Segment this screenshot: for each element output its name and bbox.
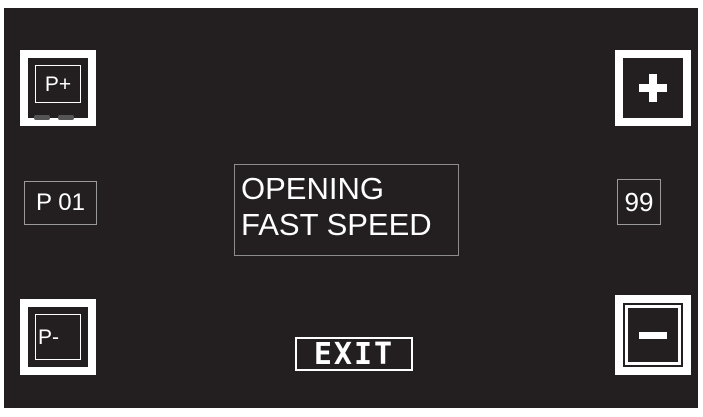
program-down-label: P-	[35, 314, 81, 360]
status-message-line1: OPENING	[241, 171, 384, 206]
program-value: P 01	[24, 181, 97, 225]
increase-button[interactable]	[615, 50, 691, 126]
parameter-value: 99	[617, 179, 661, 225]
minus-icon-frame	[625, 305, 681, 365]
decrease-button[interactable]	[615, 295, 691, 375]
program-up-label: P+	[35, 65, 81, 103]
minus-icon	[639, 331, 667, 339]
exit-button[interactable]: EXIT	[295, 337, 413, 372]
plus-icon	[623, 58, 683, 118]
status-message-line2: FAST SPEED	[241, 207, 432, 242]
indicator-dot	[58, 115, 74, 120]
indicator-dots	[34, 115, 74, 120]
control-screen: P+ P 01 P- OPENING FAST SPEED EXIT 99	[4, 8, 698, 408]
program-up-button[interactable]: P+	[20, 50, 96, 126]
program-down-button[interactable]: P-	[20, 299, 96, 375]
indicator-dot	[34, 115, 50, 120]
status-message: OPENING FAST SPEED	[234, 164, 459, 256]
